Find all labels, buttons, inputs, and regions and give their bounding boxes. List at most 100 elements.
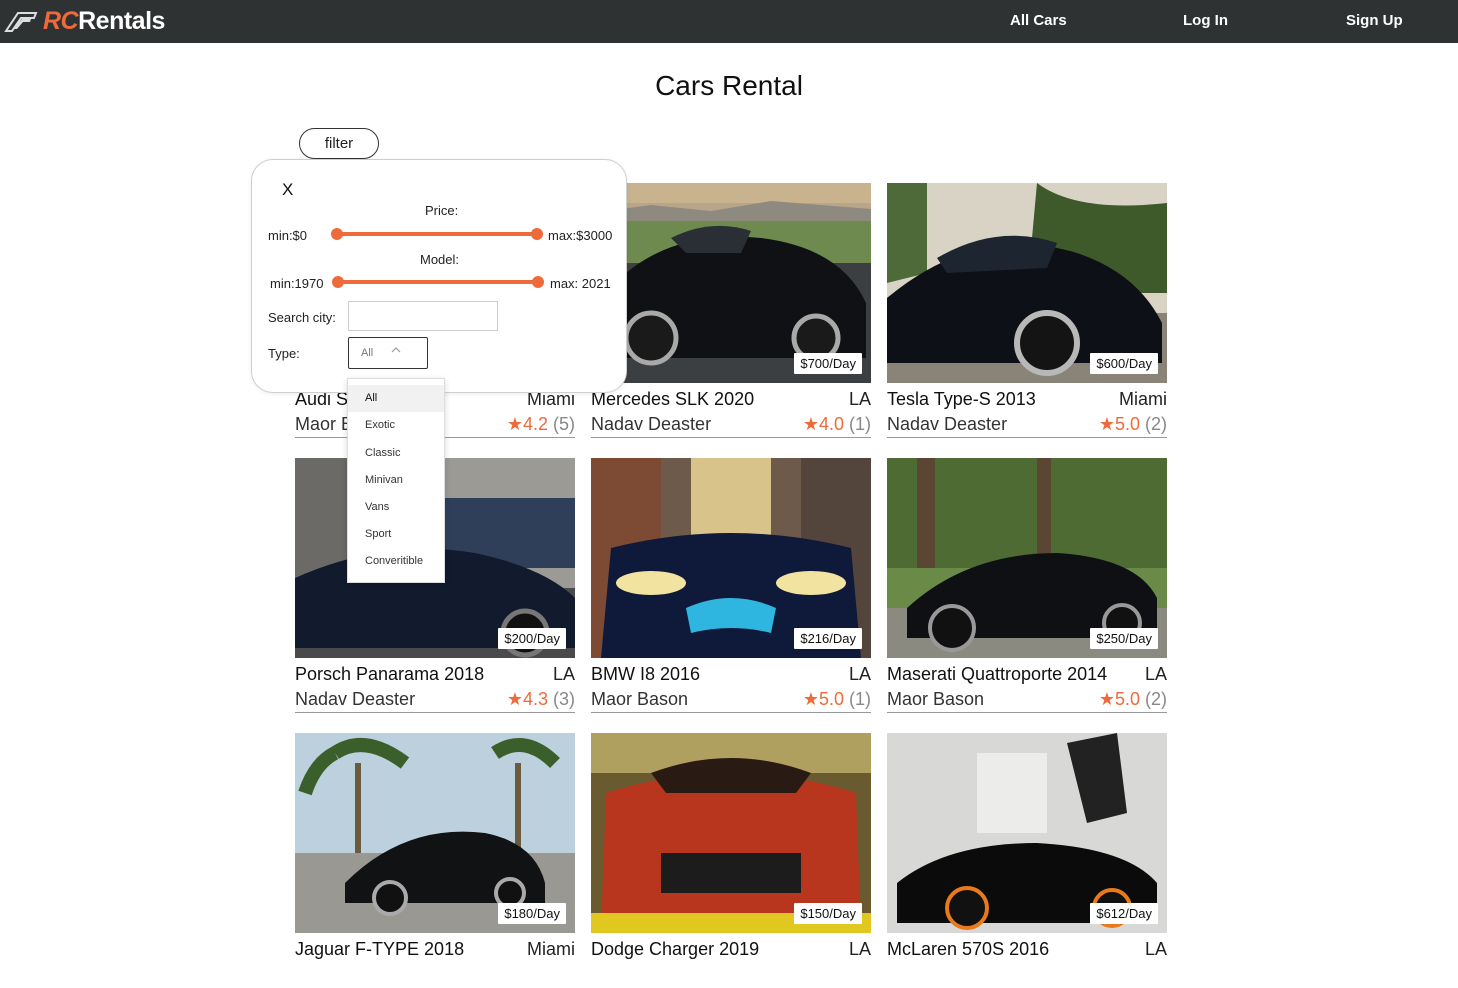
- type-option-classic[interactable]: Classic: [348, 440, 444, 467]
- price-badge: $700/Day: [794, 353, 862, 374]
- car-name[interactable]: BMW I8 2016: [591, 664, 700, 685]
- car-rating: ★4.3 (3): [507, 689, 575, 710]
- rating-count: (5): [553, 414, 575, 434]
- price-label: Price:: [425, 203, 459, 218]
- price-max-label: max:$3000: [548, 228, 613, 243]
- car-card[interactable]: $250/Day Maserati Quattroporte 2014 LA Ma…: [887, 458, 1167, 713]
- model-slider-max-handle[interactable]: [532, 276, 544, 288]
- type-option-all[interactable]: All: [348, 385, 444, 412]
- page-title: Cars Rental: [655, 70, 803, 101]
- car-rating: ★5.0 (2): [1099, 689, 1167, 710]
- car-owner: Nadav Deaster: [887, 414, 1008, 434]
- car-city: LA: [848, 939, 871, 959]
- car-card[interactable]: $150/Day Dodge Charger 2019 LA: [591, 733, 871, 988]
- car-card[interactable]: $180/Day Jaguar F-TYPE 2018 Miami: [295, 733, 575, 988]
- car-rating: ★4.2 (5): [507, 414, 575, 435]
- rating-value: ★4.3: [506, 689, 548, 709]
- nav-all-cars[interactable]: All Cars: [1010, 12, 1067, 29]
- model-slider-min-handle[interactable]: [332, 276, 344, 288]
- rating-value: ★5.0: [1098, 689, 1140, 709]
- car-city: LA: [848, 664, 871, 684]
- car-name[interactable]: Maserati Quattroporte 2014: [887, 664, 1107, 685]
- type-option-sport[interactable]: Sport: [348, 521, 444, 548]
- car-card[interactable]: $600/Day Tesla Type-S 2013 Miami Nadav De…: [887, 183, 1167, 438]
- car-photo[interactable]: $600/Day: [887, 183, 1167, 383]
- logo[interactable]: RCRentals: [4, 6, 165, 36]
- car-owner: Maor Bason: [591, 689, 689, 709]
- filter-button[interactable]: filter: [299, 128, 379, 159]
- logo-icon: [4, 12, 38, 32]
- close-icon[interactable]: X: [282, 180, 293, 200]
- type-dropdown: All Exotic Classic Minivan Vans Sport Co…: [347, 378, 445, 583]
- price-slider-min-handle[interactable]: [331, 228, 343, 240]
- logo-text: RCRentals: [43, 7, 165, 36]
- rating-value: ★4.2: [506, 414, 548, 434]
- price-slider-max-handle[interactable]: [531, 228, 543, 240]
- rating-value: ★4.0: [802, 414, 844, 434]
- car-name[interactable]: Mercedes SLK 2020: [591, 389, 754, 410]
- car-name[interactable]: McLaren 570S 2016: [887, 939, 1049, 960]
- chevron-up-icon: [391, 347, 401, 353]
- nav-log-in[interactable]: Log In: [1183, 12, 1228, 29]
- car-photo[interactable]: $612/Day: [887, 733, 1167, 933]
- rating-count: (3): [553, 689, 575, 709]
- model-slider-track[interactable]: [338, 280, 538, 284]
- price-badge: $150/Day: [794, 903, 862, 924]
- type-option-converitible[interactable]: Converitible: [348, 548, 444, 575]
- logo-rentals: Rentals: [78, 6, 165, 35]
- type-label: Type:: [268, 346, 300, 361]
- nav-sign-up[interactable]: Sign Up: [1346, 12, 1403, 29]
- car-name[interactable]: Dodge Charger 2019: [591, 939, 759, 960]
- logo-rc: RC: [43, 6, 79, 35]
- car-city: LA: [552, 664, 575, 684]
- type-selected-value: All: [361, 347, 374, 359]
- car-card[interactable]: $612/Day McLaren 570S 2016 LA: [887, 733, 1167, 988]
- car-name[interactable]: Tesla Type-S 2013: [887, 389, 1036, 410]
- rating-count: (1): [849, 689, 871, 709]
- search-city-input[interactable]: [348, 301, 498, 331]
- car-name[interactable]: Porsch Panarama 2018: [295, 664, 484, 685]
- rating-value: ★5.0: [802, 689, 844, 709]
- car-city: Miami: [527, 939, 575, 959]
- car-photo[interactable]: $180/Day: [295, 733, 575, 933]
- price-badge: $200/Day: [498, 628, 566, 649]
- rating-count: (1): [849, 414, 871, 434]
- rating-value: ★5.0: [1098, 414, 1140, 434]
- car-rating: ★4.0 (1): [803, 414, 871, 435]
- car-photo[interactable]: $250/Day: [887, 458, 1167, 658]
- car-rating: ★5.0 (2): [1099, 414, 1167, 435]
- car-photo[interactable]: $150/Day: [591, 733, 871, 933]
- car-city: Miami: [1119, 389, 1167, 409]
- car-photo[interactable]: $700/Day: [591, 183, 871, 383]
- car-city: LA: [1144, 939, 1167, 959]
- type-option-vans[interactable]: Vans: [348, 494, 444, 521]
- price-slider-track[interactable]: [336, 232, 536, 236]
- car-card[interactable]: $700/Day Mercedes SLK 2020 LA Nadav Deast…: [591, 183, 871, 438]
- type-option-exotic[interactable]: Exotic: [348, 412, 444, 439]
- rating-count: (2): [1145, 414, 1167, 434]
- car-owner: Nadav Deaster: [295, 689, 416, 709]
- car-owner: Nadav Deaster: [591, 414, 712, 434]
- price-badge: $180/Day: [498, 903, 566, 924]
- car-photo[interactable]: $216/Day: [591, 458, 871, 658]
- car-city: LA: [848, 389, 871, 409]
- price-badge: $612/Day: [1090, 903, 1158, 924]
- price-badge: $250/Day: [1090, 628, 1158, 649]
- car-card[interactable]: $216/Day BMW I8 2016 LA Maor Bason ★5.0 (1…: [591, 458, 871, 713]
- car-owner: Maor Bason: [887, 689, 985, 709]
- price-badge: $600/Day: [1090, 353, 1158, 374]
- model-label: Model:: [420, 252, 460, 267]
- car-city: LA: [1144, 664, 1167, 684]
- type-option-minivan[interactable]: Minivan: [348, 467, 444, 494]
- model-min-label: min:1970: [270, 276, 324, 291]
- price-min-label: min:$0: [268, 228, 308, 243]
- car-rating: ★5.0 (1): [803, 689, 871, 710]
- top-navbar: RCRentals All Cars Log In Sign Up: [0, 0, 1458, 43]
- car-name[interactable]: Jaguar F-TYPE 2018: [295, 939, 464, 960]
- type-select[interactable]: All: [348, 337, 428, 369]
- rating-count: (2): [1145, 689, 1167, 709]
- car-owner: Maor B: [295, 414, 354, 434]
- filter-panel: X Price: min:$0 max:$3000 Model: min:197…: [251, 159, 627, 393]
- city-label: Search city:: [268, 310, 336, 325]
- model-max-label: max: 2021: [550, 276, 611, 291]
